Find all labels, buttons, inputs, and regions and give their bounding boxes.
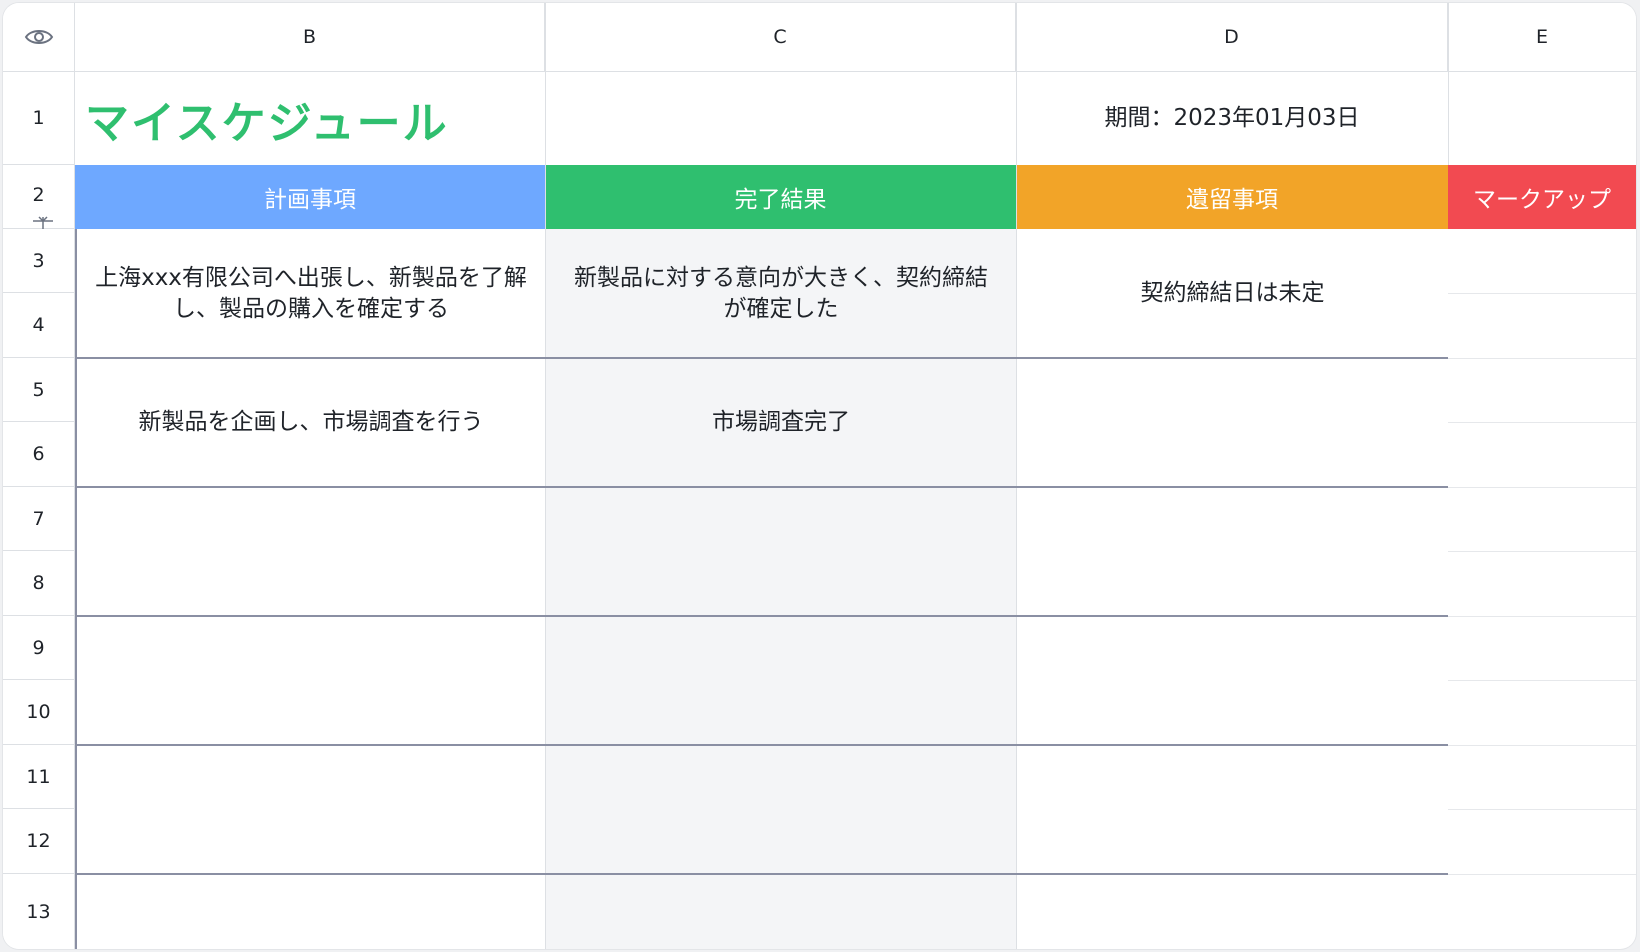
entry-6-pending[interactable] (1017, 874, 1448, 949)
entry-4-pending[interactable] (1017, 616, 1448, 745)
column-header-c[interactable]: C (545, 3, 1016, 72)
entry-1-pending[interactable]: 契約締結日は未定 (1017, 229, 1448, 358)
page-title[interactable]: マイスケジュール (85, 72, 545, 165)
entry-3-result[interactable] (546, 487, 1016, 616)
entry-2-pending[interactable] (1017, 358, 1448, 487)
block-divider (75, 357, 1448, 359)
row-header-6[interactable]: 6 (3, 422, 75, 487)
entry-3-plan[interactable] (77, 487, 545, 616)
block-divider (75, 744, 1448, 746)
entry-1-result[interactable]: 新製品に対する意向が大きく、契約締結が確定した (546, 229, 1016, 358)
column-header-e[interactable]: E (1448, 3, 1636, 72)
block-divider (75, 486, 1448, 488)
row-header-9[interactable]: 9 (3, 616, 75, 680)
block-divider (75, 873, 1448, 875)
row-header-5[interactable]: 5 (3, 358, 75, 422)
period-cell[interactable]: 期間：2023年01月03日 (1016, 72, 1448, 165)
header-result[interactable]: 完了結果 (545, 165, 1016, 229)
header-pending[interactable]: 遺留事項 (1016, 165, 1448, 229)
column-header-b[interactable]: B (75, 3, 545, 72)
entry-5-pending[interactable] (1017, 745, 1448, 874)
header-plan[interactable]: 計画事項 (75, 165, 545, 229)
row-header-1[interactable]: 1 (3, 72, 75, 165)
entry-2-result[interactable]: 市場調査完了 (546, 358, 1016, 487)
select-all-corner[interactable] (3, 3, 75, 72)
row-header-4[interactable]: 4 (3, 293, 75, 358)
entry-4-plan[interactable] (77, 616, 545, 745)
gridline-e (1448, 3, 1449, 165)
entry-3-pending[interactable] (1017, 487, 1448, 616)
row-header-2-label: 2 (32, 183, 45, 206)
block-divider (75, 615, 1448, 617)
entry-5-result[interactable] (546, 745, 1016, 874)
row-header-12[interactable]: 12 (3, 809, 75, 874)
entry-6-plan[interactable] (77, 874, 545, 949)
spreadsheet-window: B C D E 1 2 3 4 5 6 7 8 9 10 11 12 13 マイ… (3, 3, 1636, 949)
column-header-d[interactable]: D (1016, 3, 1448, 72)
header-markup[interactable]: マークアップ (1448, 165, 1636, 229)
row-header-3[interactable]: 3 (3, 229, 75, 293)
entry-4-result[interactable] (546, 616, 1016, 745)
row-header-8[interactable]: 8 (3, 551, 75, 616)
entry-1-plan[interactable]: 上海xxx有限公司へ出張し、新製品を了解し、製品の購入を確定する (77, 229, 545, 358)
entry-5-plan[interactable] (77, 745, 545, 874)
row-header-11[interactable]: 11 (3, 745, 75, 809)
markup-column-cells[interactable] (1449, 229, 1636, 949)
eye-icon[interactable] (24, 27, 54, 47)
entry-2-plan[interactable]: 新製品を企画し、市場調査を行う (77, 358, 545, 487)
row-header-10[interactable]: 10 (3, 680, 75, 745)
row-header-7[interactable]: 7 (3, 487, 75, 551)
row-header-13[interactable]: 13 (3, 874, 75, 949)
entry-6-result[interactable] (546, 874, 1016, 949)
